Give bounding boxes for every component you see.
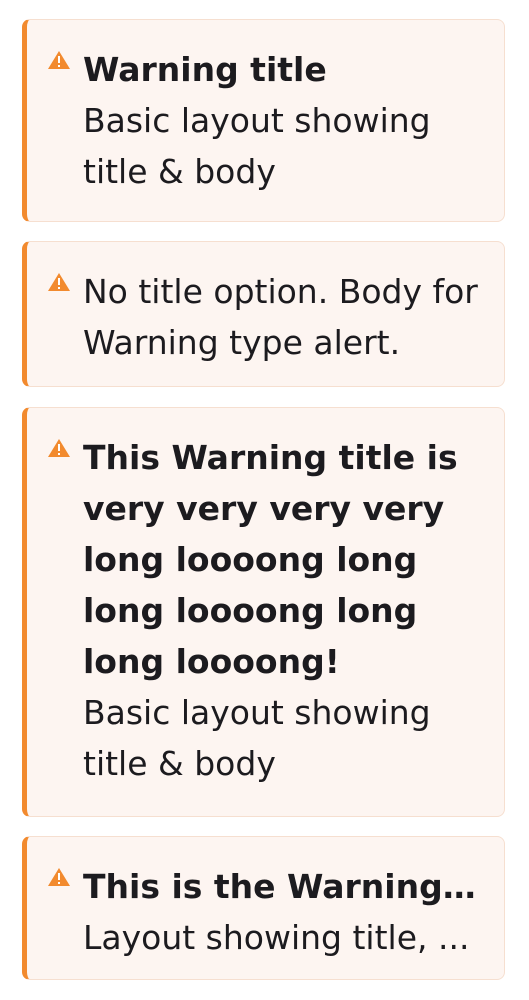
warning-alert-truncated: This is the Warning ti... Layout showing… <box>22 836 505 980</box>
warning-alert-basic: Warning title Basic layout showing title… <box>22 19 505 222</box>
warning-icon <box>48 868 70 886</box>
alert-list: Warning title Basic layout showing title… <box>0 0 529 1000</box>
alert-body: Basic layout showing title & body <box>83 101 431 191</box>
alert-body: No title option. Body for Warning type a… <box>83 272 478 362</box>
warning-alert-long-title: This Warning title is very very very ver… <box>22 407 505 817</box>
alert-body: Basic layout showing title & body <box>83 693 431 783</box>
warning-icon <box>48 51 70 69</box>
alert-title: This is the Warning ti... <box>83 867 486 906</box>
alert-body: Layout showing title, ... <box>83 918 470 957</box>
alert-title: Warning title <box>83 50 327 89</box>
warning-icon <box>48 273 70 291</box>
alert-title: This Warning title is very very very ver… <box>83 438 458 681</box>
warning-icon <box>48 439 70 457</box>
warning-alert-no-title: No title option. Body for Warning type a… <box>22 241 505 387</box>
